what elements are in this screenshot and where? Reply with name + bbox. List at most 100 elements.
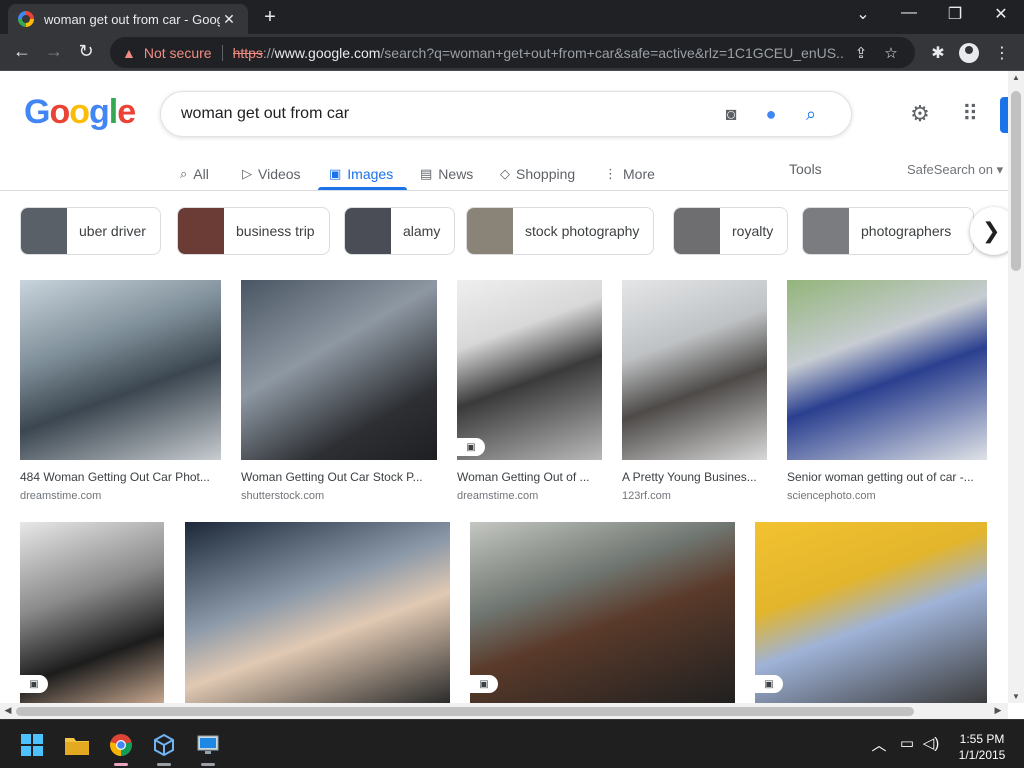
result-caption[interactable]: Woman Getting Out Car Stock P... [241, 470, 437, 484]
result-thumbnail[interactable] [185, 522, 450, 703]
extensions-icon[interactable]: ✱ [927, 43, 949, 63]
image-result[interactable]: A Pretty Young Busines... 123rf.com [622, 280, 767, 502]
chip-label: photographers [861, 223, 952, 239]
image-result[interactable]: 484 Woman Getting Out Car Phot... dreams… [20, 280, 221, 502]
chrome-icon[interactable] [104, 728, 138, 766]
logo-letter: e [117, 93, 136, 131]
tray-chevron-icon[interactable]: ︿ [868, 734, 890, 755]
tab-all[interactable]: ⌕ All [180, 159, 209, 189]
apps-grid-icon[interactable]: ⠿ [955, 101, 985, 127]
settings-gear-icon[interactable]: ⚙ [905, 101, 935, 127]
result-caption[interactable]: A Pretty Young Busines... [622, 470, 767, 484]
result-caption[interactable]: Woman Getting Out of ... [457, 470, 602, 484]
tab-label: All [193, 166, 209, 182]
chip-alamy[interactable]: alamy [344, 207, 456, 255]
tab-label: More [623, 166, 655, 182]
image-badge-icon: ▣ [755, 675, 783, 693]
not-secure-label[interactable]: Not secure [144, 45, 212, 61]
search-box[interactable]: woman get out from car ◙ ● ⌕ [160, 91, 852, 137]
image-result[interactable]: ▣ [755, 522, 987, 703]
chip-stock-photography[interactable]: stock photography [466, 207, 655, 255]
horizontal-scrollbar[interactable]: ◀ ▶ [0, 703, 1008, 719]
new-tab-button[interactable]: + [260, 6, 280, 29]
file-explorer-icon[interactable] [60, 728, 94, 762]
safesearch-toggle[interactable]: SafeSearch on ▾ [907, 162, 1003, 178]
forward-icon[interactable]: → [42, 41, 66, 62]
result-caption[interactable]: Senior woman getting out of car -... [787, 470, 987, 484]
search-icon[interactable]: ⌕ [791, 104, 831, 125]
chip-photographers[interactable]: photographers [802, 207, 974, 255]
logo-letter: g [89, 93, 110, 131]
active-app-indicator [114, 763, 128, 766]
result-thumbnail[interactable] [787, 280, 987, 460]
tab-images[interactable]: ▣ Images [329, 159, 393, 189]
google-favicon-icon [18, 11, 34, 27]
tab-videos[interactable]: ▷ Videos [242, 159, 301, 189]
profile-avatar-icon[interactable] [959, 43, 979, 63]
sign-in-button[interactable] [1000, 97, 1008, 133]
vertical-scrollbar[interactable]: ▲ ▼ [1008, 71, 1024, 703]
url-path: /search?q=woman+get+out+from+car&safe=ac… [380, 44, 843, 61]
start-windows-icon[interactable] [15, 728, 49, 762]
result-thumbnail[interactable] [20, 280, 221, 460]
camera-icon[interactable]: ◙ [711, 104, 751, 125]
scroll-right-icon[interactable]: ▶ [990, 705, 1006, 716]
virtualbox-icon[interactable] [147, 728, 181, 766]
image-result[interactable]: ▣ [20, 522, 164, 703]
result-thumbnail[interactable]: ▣ [755, 522, 987, 703]
result-thumbnail[interactable]: ▣ [20, 522, 164, 703]
image-result[interactable]: Senior woman getting out of car -... sci… [787, 280, 987, 502]
image-result[interactable] [185, 522, 450, 703]
volume-icon[interactable]: ◁) [920, 734, 942, 752]
remote-desktop-icon[interactable] [191, 728, 225, 766]
scroll-up-icon[interactable]: ▲ [1008, 73, 1024, 82]
close-window-button[interactable]: ✕ [986, 4, 1016, 24]
chips-next-arrow-icon[interactable]: ❯ [970, 207, 1008, 255]
chip-business-trip[interactable]: business trip [177, 207, 330, 255]
result-thumbnail[interactable] [241, 280, 437, 460]
scrollbar-thumb[interactable] [1011, 91, 1021, 271]
scroll-left-icon[interactable]: ◀ [0, 705, 16, 716]
back-icon[interactable]: ← [10, 41, 34, 62]
result-thumbnail[interactable]: ▣ [457, 280, 602, 460]
system-clock[interactable]: 1:55 PM 1/1/2015 [946, 731, 1018, 763]
url-text[interactable]: https://www.google.com/search?q=woman+ge… [233, 45, 843, 61]
tab-news[interactable]: ▤ News [420, 159, 473, 189]
minimize-button[interactable]: — [894, 4, 924, 22]
result-caption[interactable]: 484 Woman Getting Out Car Phot... [20, 470, 221, 484]
result-thumbnail[interactable]: ▣ [470, 522, 735, 703]
scroll-down-icon[interactable]: ▼ [1008, 692, 1024, 701]
chip-uber-driver[interactable]: uber driver [20, 207, 161, 255]
microphone-icon[interactable]: ● [751, 104, 791, 125]
image-result[interactable]: Woman Getting Out Car Stock P... shutter… [241, 280, 437, 502]
google-logo[interactable]: Google [24, 93, 136, 132]
clock-date: 1/1/2015 [958, 748, 1006, 762]
chip-royalty[interactable]: royalty [673, 207, 789, 255]
search-input[interactable]: woman get out from car [181, 105, 711, 123]
search-results-page: Google woman get out from car ◙ ● ⌕ ⚙ ⠿ … [0, 71, 1008, 703]
result-source: shutterstock.com [241, 490, 325, 502]
tag-icon: ◇ [500, 166, 510, 181]
active-tab-indicator [318, 187, 407, 190]
windows-taskbar: ︿ ▭ ◁) 1:55 PM 1/1/2015 [0, 719, 1024, 768]
tools-button[interactable]: Tools [789, 161, 822, 177]
tab-close-icon[interactable]: ✕ [220, 11, 238, 28]
network-icon[interactable]: ▭ [896, 734, 918, 752]
tab-shopping[interactable]: ◇ Shopping [500, 159, 575, 189]
restore-button[interactable]: ❐ [940, 4, 970, 24]
address-bar[interactable]: ▲ Not secure https://www.google.com/sear… [110, 37, 915, 68]
image-result[interactable]: ▣ [470, 522, 735, 703]
title-bar: woman get out from car - Google ✕ + ⌄ — … [0, 0, 1024, 34]
result-thumbnail[interactable] [622, 280, 767, 460]
image-result[interactable]: ▣ Woman Getting Out of ... dreamstime.co… [457, 280, 602, 502]
bookmark-star-icon[interactable]: ☆ [879, 44, 903, 62]
tab-more[interactable]: ⋮ More [604, 159, 655, 189]
browser-menu-icon[interactable]: ⋮ [991, 43, 1013, 63]
share-icon[interactable]: ⇪ [849, 44, 873, 62]
news-icon: ▤ [420, 166, 433, 181]
reload-icon[interactable]: ↻ [74, 41, 98, 62]
browser-tab[interactable]: woman get out from car - Google ✕ [8, 4, 248, 34]
tab-search-icon[interactable]: ⌄ [848, 4, 878, 24]
chip-thumbnail [345, 208, 391, 254]
scrollbar-thumb[interactable] [16, 707, 914, 716]
